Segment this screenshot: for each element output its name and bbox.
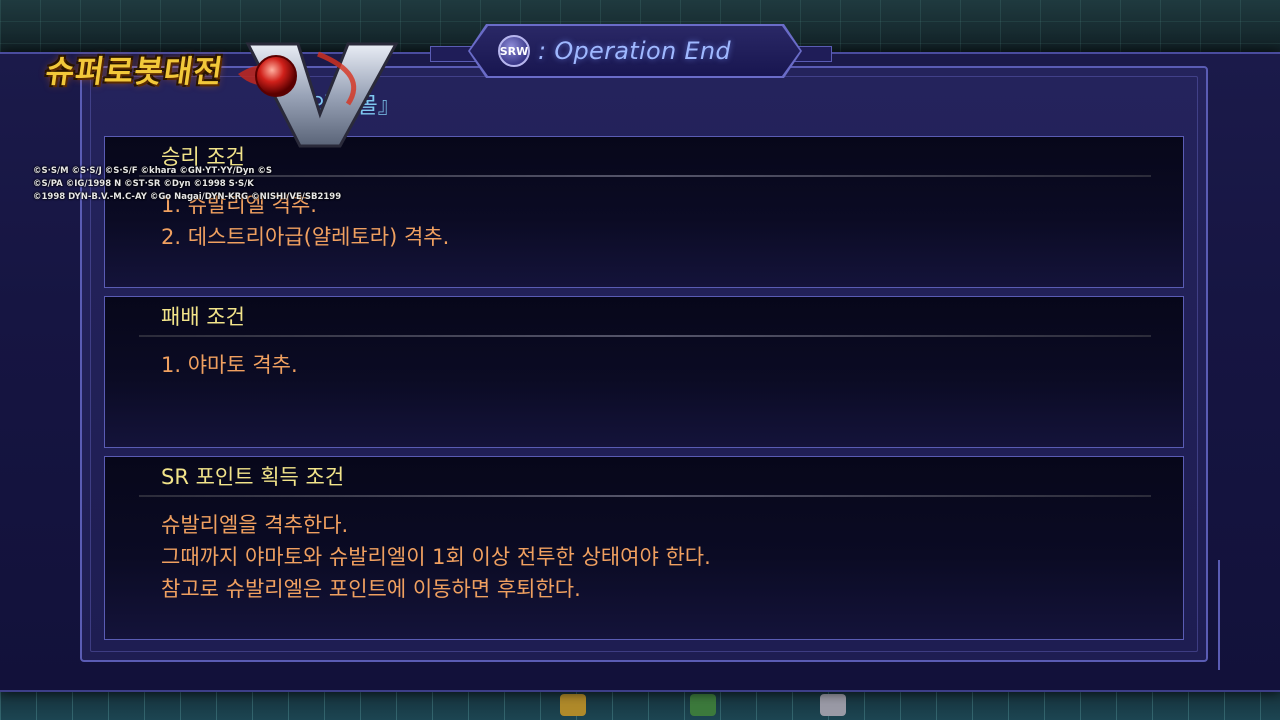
logo-title-text: 슈퍼로봇대전 [43,54,226,90]
sr-point-line: 슈발리엘을 격추한다. [161,513,349,537]
divider [139,335,1151,337]
victory-line: 2. 데스트리아급(얄레토라) 격추. [161,225,450,249]
logo-v-emblem [228,34,408,154]
sr-point-line: 참고로 슈발리엘은 포인트에 이동하면 후퇴한다. [161,577,581,601]
unit-sprite [690,694,716,716]
srw-badge-icon: SRW [498,35,530,67]
copyright-line: ©S·S/M ©S·S/J ©S·S/F ©khara ©GN·YT·YY/Dy… [33,166,273,176]
logo-title: 슈퍼로봇대전 [36,54,249,144]
unit-sprite [560,694,586,716]
defeat-line: 1. 야마토 격추. [161,353,298,377]
copyright-notice: ©S·S/M ©S·S/J ©S·S/F ©khara ©GN·YT·YY/Dy… [33,165,393,204]
sr-point-conditions-box: SR 포인트 획득 조건 슈발리엘을 격추한다. 그때까지 야마토와 슈발리엘이… [104,456,1184,640]
frame-notch [1200,560,1220,670]
defeat-heading: 패배 조건 [161,305,245,329]
sr-point-line: 그때까지 야마토와 슈발리엘이 1회 이상 전투한 상태여야 한다. [161,545,711,569]
header-title: : Operation End [538,37,731,65]
victory-conditions-box: 승리 조건 1. 슈발리엘 격추. 2. 데스트리아급(얄레토라) 격추. [104,136,1184,288]
unit-sprite [820,694,846,716]
copyright-line: ©1998 DYN-B.V.-M.C-AY ©Go Nagai/DYN-KRG … [33,192,342,202]
copyright-line: ©S/PA ©IG/1998 N ©ST·SR ©Dyn ©1998 S·S/K [33,179,254,189]
header-bar: SRW : Operation End [430,24,832,78]
sr-point-heading: SR 포인트 획득 조건 [161,465,345,489]
defeat-conditions-box: 패배 조건 1. 야마토 격추. [104,296,1184,448]
divider [139,495,1151,497]
game-logo: 슈퍼로봇대전 [36,34,399,154]
